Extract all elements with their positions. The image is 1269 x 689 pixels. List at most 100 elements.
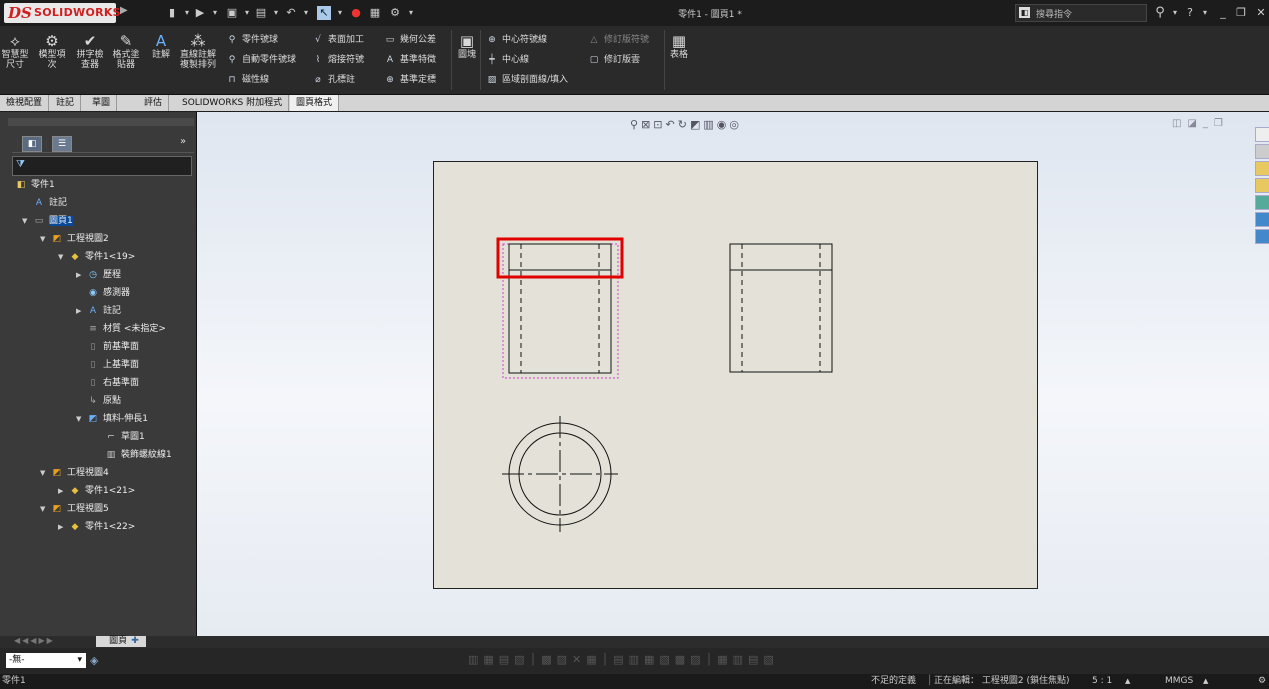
tab-sheet-format[interactable]: 圖頁格式 <box>290 95 340 111</box>
search-dropdown-icon[interactable]: ▾ <box>1168 6 1182 20</box>
print-dropdown-icon[interactable]: ▾ <box>269 6 283 20</box>
tree-item[interactable]: ▥ 裝飾螺紋線1 <box>0 446 196 464</box>
viewport-link-icon[interactable]: ◪ <box>1187 118 1202 129</box>
spell-checker-button[interactable]: ✔ 拼字檢 查器 <box>74 32 106 70</box>
tree-item[interactable]: ⌐ 草圖1 <box>0 428 196 446</box>
design-library-icon[interactable] <box>1255 161 1269 176</box>
tree-item[interactable]: ▼ ▭ 圖頁1 <box>0 212 196 230</box>
weld-symbol-button[interactable]: ⌇ 熔接符號 <box>312 52 364 65</box>
tables-button[interactable]: ▦ 表格 <box>667 32 691 60</box>
add-sheet-icon[interactable]: ✚ <box>126 636 144 647</box>
tab-sketch[interactable]: 草圖 <box>86 95 118 111</box>
expand-arrow-icon[interactable]: ▼ <box>40 230 50 248</box>
section-view-icon[interactable]: ◩ <box>690 118 703 131</box>
viewport-split-icon[interactable]: ◫ <box>1172 118 1187 129</box>
select-icon[interactable]: ↖ <box>317 6 331 20</box>
surface-finish-button[interactable]: √ 表面加工 <box>312 32 364 45</box>
menu-expand-icon[interactable]: ▶ <box>120 5 130 19</box>
hide-show-icon[interactable]: ◉ <box>717 118 730 131</box>
area-hatch-button[interactable]: ▨ 區域剖面線/填入 <box>486 72 568 85</box>
geometric-tolerance-button[interactable]: ▭ 幾何公差 <box>384 32 436 45</box>
open-icon[interactable]: ▶ <box>193 6 207 20</box>
search-commands-input[interactable]: ◧ 搜尋指令 <box>1015 4 1147 22</box>
tree-item[interactable]: ≡ 材質 <未指定> <box>0 320 196 338</box>
tree-item[interactable]: ▼ ◩ 填料-伸長1 <box>0 410 196 428</box>
datum-feature-button[interactable]: A 基準特徵 <box>384 52 436 65</box>
tab-view-layout[interactable]: 檢視配置 <box>0 95 50 111</box>
tab-addins[interactable]: SOLIDWORKS 附加程式 <box>176 95 290 111</box>
tree-item[interactable]: ▶ A 註記 <box>0 302 196 320</box>
tree-item[interactable]: ▯ 右基準面 <box>0 374 196 392</box>
status-units[interactable]: MMGS <box>1165 674 1193 689</box>
tree-item[interactable]: ◧ 零件1 <box>0 176 196 194</box>
undo-dropdown-icon[interactable]: ▾ <box>299 6 313 20</box>
balloon-button[interactable]: ⚲ 零件號球 <box>226 32 278 45</box>
tree-item[interactable]: ▼ ◩ 工程視圖4 <box>0 464 196 482</box>
file-properties-icon[interactable]: ▦ <box>368 6 382 20</box>
viewport-restore-icon[interactable]: ❐ <box>1214 118 1229 129</box>
rotate-icon[interactable]: ↻ <box>678 118 690 131</box>
center-mark-button[interactable]: ⊕ 中心符號線 <box>486 32 547 45</box>
smart-dimension-button[interactable]: ⟡ 智慧型 尺寸 <box>0 32 30 70</box>
blocks-button[interactable]: ▣ 圖塊 <box>455 32 479 60</box>
tree-filter-input[interactable]: ⧩ <box>12 156 192 176</box>
zoom-to-area-icon[interactable]: ⊠ <box>641 118 653 131</box>
help-dropdown-icon[interactable]: ▾ <box>1198 6 1212 20</box>
undo-icon[interactable]: ↶ <box>284 6 298 20</box>
custom-properties-icon[interactable] <box>1255 212 1269 227</box>
feature-manager-tab[interactable]: ◧ <box>22 136 42 152</box>
expand-arrow-icon[interactable]: ▶ <box>58 518 68 536</box>
hole-callout-button[interactable]: ⌀ 孔標註 <box>312 72 355 85</box>
print-icon[interactable]: ▤ <box>254 6 268 20</box>
centerline-button[interactable]: ┿ 中心線 <box>486 52 529 65</box>
expand-panel-icon[interactable]: » <box>180 136 186 147</box>
expand-arrow-icon[interactable]: ▼ <box>58 248 68 266</box>
units-up-icon[interactable]: ▲ <box>1203 674 1208 689</box>
magnetic-line-button[interactable]: ⊓ 磁性線 <box>226 72 269 85</box>
drawing-sheet[interactable] <box>433 161 1038 589</box>
alignment-tools[interactable]: ▥▦▤▧│▩▨✕▦│▤▥▦▧▩▨│▦▥▤▧ <box>468 653 888 669</box>
datum-target-button[interactable]: ⊕ 基準定標 <box>384 72 436 85</box>
viewport-minimize-icon[interactable]: _ <box>1203 118 1214 129</box>
expand-arrow-icon[interactable]: ▼ <box>76 410 86 428</box>
search-icon[interactable]: ⚲ <box>1153 6 1167 20</box>
linear-note-pattern-button[interactable]: ⁂ 直線註解 複製排列 <box>178 32 218 70</box>
restore-icon[interactable]: ❐ <box>1234 6 1248 20</box>
sheet-nav-icons[interactable]: ◀◀◀▶▶ <box>14 636 55 645</box>
tree-item[interactable]: ▶ ◆ 零件1<22> <box>0 518 196 536</box>
drawing-view-5[interactable] <box>502 416 618 532</box>
zoom-to-fit-icon[interactable]: ⚲ <box>630 118 641 131</box>
model-items-button[interactable]: ⚙ 模型項 次 <box>34 32 70 70</box>
tree-item[interactable]: ▶ ◆ 零件1<21> <box>0 482 196 500</box>
rebuild-icon[interactable]: ● <box>349 6 363 20</box>
minimize-icon[interactable]: _ <box>1216 6 1230 20</box>
expand-arrow-icon[interactable]: ▼ <box>22 212 32 230</box>
layer-select[interactable]: -無- ▾ <box>6 653 86 668</box>
tree-item[interactable]: ◉ 感測器 <box>0 284 196 302</box>
tree-item[interactable]: ▼ ◆ 零件1<19> <box>0 248 196 266</box>
tab-annotation[interactable]: 註記 <box>50 95 82 111</box>
help-icon[interactable]: ? <box>1183 6 1197 20</box>
layer-properties-icon[interactable]: ◈ <box>90 654 98 667</box>
appearances-icon[interactable] <box>1255 195 1269 210</box>
solidworks-logo[interactable]: DS SOLIDWORKS <box>4 3 121 23</box>
options-dropdown-icon[interactable]: ▾ <box>404 6 418 20</box>
status-scale[interactable]: 5 : 1 <box>1092 674 1112 689</box>
expand-arrow-icon[interactable]: ▶ <box>76 266 86 284</box>
tree-item[interactable]: ▼ ◩ 工程視圖2 <box>0 230 196 248</box>
previous-view-icon[interactable]: ↶ <box>666 118 678 131</box>
tree-item[interactable]: ▯ 前基準面 <box>0 338 196 356</box>
resources-icon[interactable] <box>1255 144 1269 159</box>
file-explorer-icon[interactable] <box>1255 178 1269 193</box>
scale-up-icon[interactable]: ▲ <box>1125 674 1130 689</box>
save-icon[interactable]: ▣ <box>225 6 239 20</box>
tree-item[interactable]: ▯ 上基準面 <box>0 356 196 374</box>
options-icon[interactable]: ⚙ <box>388 6 402 20</box>
new-icon[interactable]: ▮ <box>165 6 179 20</box>
tree-item[interactable]: ↳ 原點 <box>0 392 196 410</box>
tree-item[interactable]: ▼ ◩ 工程視圖5 <box>0 500 196 518</box>
auto-balloon-button[interactable]: ⚲ 自動零件號球 <box>226 52 296 65</box>
expand-arrow-icon[interactable]: ▶ <box>76 302 86 320</box>
expand-arrow-icon[interactable]: ▼ <box>40 500 50 518</box>
revision-cloud-button[interactable]: ▢ 修訂版雲 <box>588 52 640 65</box>
